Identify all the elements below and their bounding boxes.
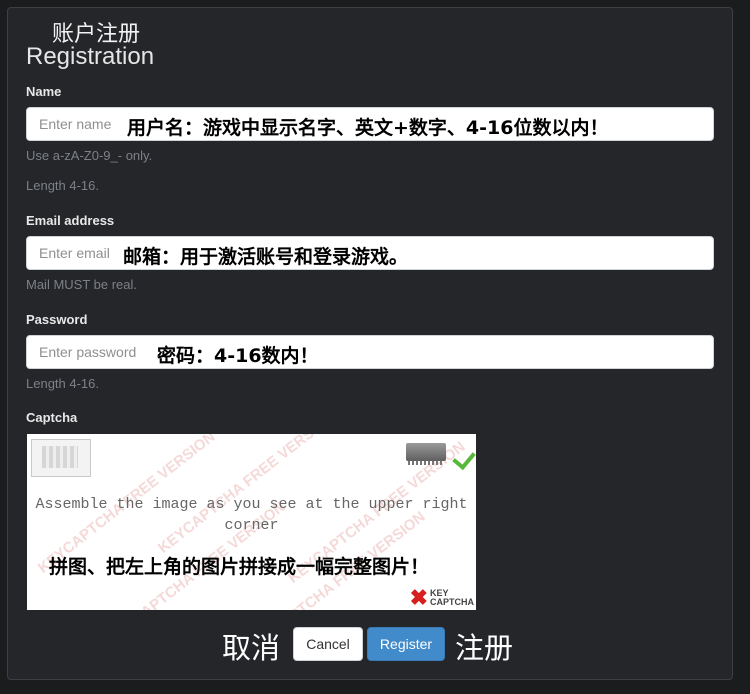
captcha-annotation: 拼图、把左上角的图片拼接成一幅完整图片！: [49, 556, 430, 578]
logo-line-2: CAPTCHA: [430, 597, 474, 607]
name-input[interactable]: [27, 108, 713, 140]
password-help: Length 4-16.: [26, 376, 100, 391]
name-label: Name: [26, 84, 62, 99]
name-help-length: Length 4-16.: [26, 178, 100, 193]
keycaptcha-x-icon: ✖: [409, 585, 428, 610]
password-input[interactable]: [27, 336, 713, 368]
puzzle-slot-icon[interactable]: [31, 439, 91, 477]
password-label: Password: [26, 312, 88, 327]
password-field-wrapper: 密码：4-16数内！: [26, 335, 714, 369]
cancel-annotation: 取消: [222, 631, 281, 665]
chip-icon: [406, 443, 446, 465]
captcha-instruction: Assemble the image as you see at the upp…: [35, 496, 468, 534]
keycaptcha-logo-icon: ✖ KEY CAPTCHA: [409, 585, 474, 610]
name-help-charset: Use a-zA-Z0-9_- only.: [26, 148, 153, 163]
captcha-label: Captcha: [26, 410, 78, 425]
name-field-wrapper: 用户名：游戏中显示名字、英文+数字、4-16位数以内！: [26, 107, 714, 141]
email-input[interactable]: [27, 237, 713, 269]
email-label: Email address: [26, 213, 115, 228]
register-annotation: 注册: [455, 631, 514, 665]
email-field-wrapper: 邮箱：用于激活账号和登录游戏。: [26, 236, 714, 270]
register-button[interactable]: Register: [367, 627, 445, 661]
email-help: Mail MUST be real.: [26, 277, 138, 292]
cancel-button[interactable]: Cancel: [293, 627, 363, 661]
page-title: Registration: [26, 43, 155, 70]
captcha-widget[interactable]: KEYCAPTCHA FREE VERSION KEYCAPTCHA FREE …: [27, 434, 476, 610]
